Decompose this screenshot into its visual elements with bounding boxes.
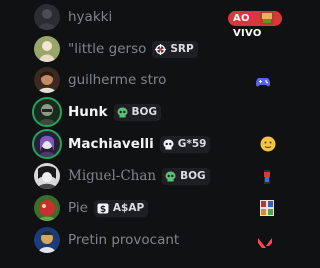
guild-tag: SRP <box>152 40 198 58</box>
avatar <box>34 4 60 30</box>
member-name: Miguel-Chan <box>68 168 157 184</box>
member-row-little-gerso[interactable]: "little gerso SRP <box>30 34 282 64</box>
guild-tag-text: SRP <box>170 43 194 55</box>
guild-tag-text: A$AP <box>112 202 145 214</box>
game-thumbnail-icon <box>264 169 270 184</box>
guild-tag: G*59 <box>159 135 211 153</box>
avatar <box>34 36 60 62</box>
game-thumbnail-icon <box>260 10 274 25</box>
online-status-ring <box>32 97 62 127</box>
member-name: Machiavelli <box>68 136 154 152</box>
emoji-icon <box>260 136 276 152</box>
guild-tag-text: BOG <box>180 170 206 182</box>
guild-tag: BOG <box>113 103 162 121</box>
avatar <box>34 195 60 221</box>
guild-tag-text: BOG <box>131 106 158 118</box>
member-row-pie[interactable]: Pie $ A$AP <box>30 193 282 223</box>
member-row-guilherme-stro[interactable]: guilherme stro <box>30 65 282 95</box>
member-name: Pie <box>68 200 88 216</box>
member-name: Hunk <box>68 104 108 120</box>
guild-tag-text: G*59 <box>177 138 207 150</box>
avatar <box>34 163 60 189</box>
member-row-miguel-chan[interactable]: Miguel-Chan BOG <box>30 161 282 191</box>
member-list: hyakki AO VIVO "little gerso SRP guilher… <box>0 0 288 268</box>
member-row-hyakki[interactable]: hyakki AO VIVO <box>30 2 282 39</box>
skull-badge-icon <box>163 139 174 149</box>
skull-badge-icon <box>117 107 127 117</box>
avatar <box>34 227 60 253</box>
guild-tag: $ A$AP <box>93 199 149 217</box>
dollar-badge-icon: $ <box>97 203 109 214</box>
avatar <box>32 97 62 127</box>
member-name: "little gerso <box>68 41 147 57</box>
member-name: hyakki <box>68 9 113 25</box>
gamepad-icon <box>256 73 270 87</box>
crosshair-badge-icon <box>155 43 167 55</box>
member-name: guilherme stro <box>68 72 167 88</box>
avatar <box>34 67 60 93</box>
svg-text:$: $ <box>100 204 106 213</box>
member-row-pretin-provocant[interactable]: Pretin provocant <box>30 225 282 255</box>
member-row-machiavelli[interactable]: Machiavelli G*59 <box>30 129 282 159</box>
game-thumbnail-icon <box>260 200 274 216</box>
skull-badge-icon <box>165 171 176 181</box>
guild-tag: BOG <box>162 167 210 185</box>
online-status-ring <box>32 129 62 159</box>
member-name: Pretin provocant <box>68 232 180 248</box>
avatar <box>32 129 62 159</box>
member-row-hunk[interactable]: Hunk BOG <box>30 97 282 127</box>
valorant-icon <box>258 234 272 248</box>
